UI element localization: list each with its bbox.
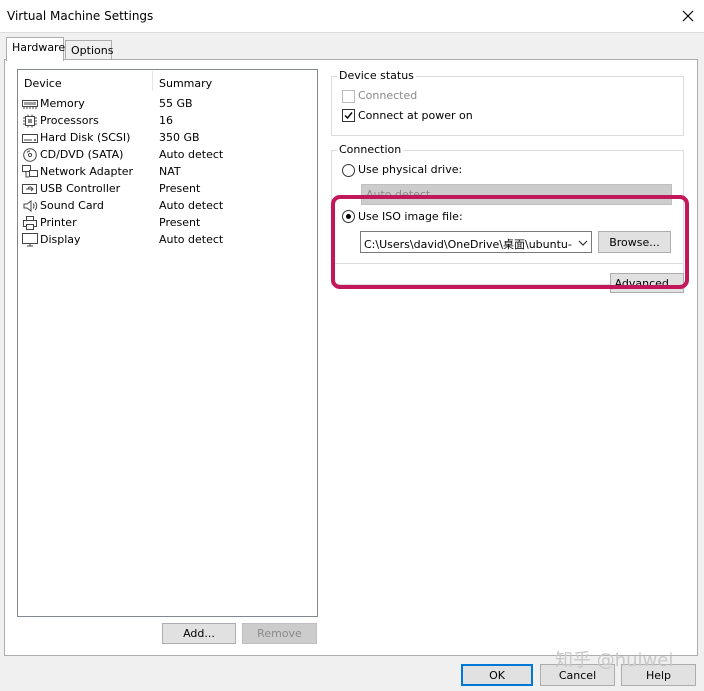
browse-button[interactable]: Browse... — [598, 231, 671, 253]
use-physical-drive-radio[interactable] — [342, 164, 355, 177]
device-row-usb-controller[interactable]: USB Controller Present — [18, 181, 314, 198]
use-iso-image-radio[interactable] — [342, 210, 355, 223]
group-divider — [332, 263, 683, 264]
device-name: CD/DVD (SATA) — [40, 148, 124, 161]
tab-options[interactable]: Options — [65, 40, 113, 61]
hard-disk-icon — [22, 134, 38, 143]
device-name: Network Adapter — [40, 165, 134, 178]
device-name: Processors — [40, 114, 99, 127]
device-name: Sound Card — [40, 199, 104, 212]
device-row-sound-card[interactable]: Sound Card Auto detect — [18, 198, 314, 215]
device-summary: Auto detect — [159, 233, 224, 246]
device-summary: 55 GB — [159, 97, 193, 110]
column-header-summary[interactable]: Summary — [159, 77, 212, 90]
column-divider[interactable] — [152, 71, 153, 91]
connected-checkbox[interactable] — [342, 90, 355, 103]
device-summary: Present — [159, 182, 201, 195]
device-name: Printer — [40, 216, 77, 229]
connection-legend: Connection — [337, 143, 404, 156]
device-row-hard-disk[interactable]: Hard Disk (SCSI) 350 GB — [18, 130, 314, 147]
window-title: Virtual Machine Settings — [7, 9, 154, 23]
checkmark-icon — [344, 112, 353, 120]
device-row-network-adapter[interactable]: Network Adapter NAT — [18, 164, 314, 181]
physical-drive-select[interactable]: Auto detect — [361, 184, 672, 205]
close-icon — [682, 10, 694, 22]
speaker-icon — [23, 200, 38, 212]
device-name: USB Controller — [40, 182, 121, 195]
advanced-button[interactable]: Advanced... — [610, 273, 684, 293]
network-adapter-icon — [22, 165, 38, 178]
connected-label: Connected — [358, 89, 418, 102]
connect-at-power-on-label: Connect at power on — [358, 109, 473, 122]
device-name: Memory — [40, 97, 85, 110]
device-row-display[interactable]: Display Auto detect — [18, 232, 314, 249]
use-physical-drive-label: Use physical drive: — [358, 163, 463, 176]
use-iso-image-label: Use ISO image file: — [358, 210, 463, 223]
tab-hardware[interactable]: Hardware — [6, 37, 65, 61]
add-device-button[interactable]: Add... — [162, 623, 236, 644]
device-row-cd-dvd[interactable]: CD/DVD (SATA) Auto detect — [18, 147, 314, 164]
iso-path-combobox[interactable]: C:\Users\david\OneDrive\桌面\ubuntu-22. — [360, 231, 592, 253]
device-row-processors[interactable]: Processors 16 — [18, 113, 314, 130]
radio-selected-dot — [346, 214, 351, 219]
device-summary: Auto detect — [159, 148, 224, 161]
ok-button[interactable]: OK — [461, 664, 533, 686]
watermark: 知乎 @huiwei — [555, 650, 674, 671]
device-summary: NAT — [159, 165, 181, 178]
physical-drive-value: Auto detect — [366, 188, 431, 201]
close-button[interactable] — [672, 0, 704, 32]
iso-path-value: C:\Users\david\OneDrive\桌面\ubuntu-22. — [364, 238, 572, 251]
device-summary: 16 — [159, 114, 173, 127]
cd-dvd-icon — [23, 148, 37, 162]
usb-icon — [22, 184, 37, 194]
device-name: Display — [40, 233, 81, 246]
connect-at-power-on-checkbox[interactable] — [342, 109, 355, 122]
remove-device-button[interactable]: Remove — [242, 623, 317, 644]
printer-icon — [23, 216, 37, 230]
column-header-device[interactable]: Device — [24, 77, 62, 90]
memory-icon — [22, 100, 38, 109]
device-status-legend: Device status — [337, 69, 416, 82]
device-summary: 350 GB — [159, 131, 200, 144]
processor-icon — [23, 114, 37, 128]
device-status-group — [331, 76, 684, 136]
display-icon — [22, 233, 38, 247]
chevron-down-icon[interactable] — [578, 240, 588, 246]
device-row-memory[interactable]: Memory 55 GB — [18, 96, 314, 113]
device-row-printer[interactable]: Printer Present — [18, 215, 314, 232]
device-summary: Present — [159, 216, 201, 229]
device-name: Hard Disk (SCSI) — [40, 131, 131, 144]
device-summary: Auto detect — [159, 199, 224, 212]
